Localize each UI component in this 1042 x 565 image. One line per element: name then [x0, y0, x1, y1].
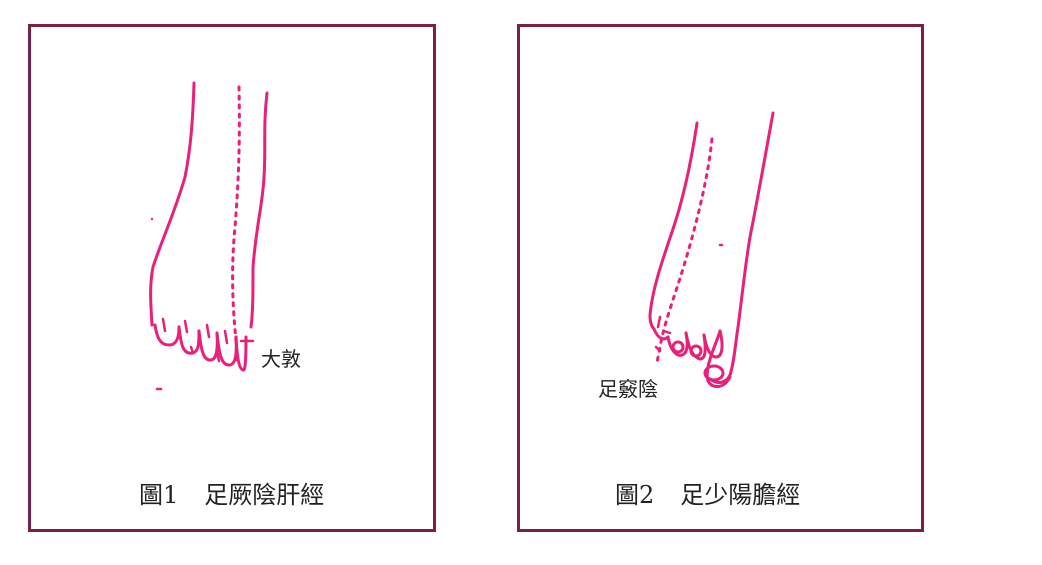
foot-illustration-1 [149, 81, 269, 391]
foot-illustration-2 [648, 111, 775, 388]
acupoint-label-1: 大敦 [261, 347, 301, 371]
figure-caption-1: 圖1 足厥陰肝經 [139, 475, 324, 510]
figure-panel-1: 大敦 圖1 足厥陰肝經 [28, 24, 436, 532]
figure-title-1: 足厥陰肝經 [204, 481, 325, 509]
figure-panel-2: 足竅陰 圖2 足少陽膽經 [517, 24, 924, 532]
acupoint-label-2: 足竅陰 [598, 377, 658, 401]
figure-caption-2: 圖2 足少陽膽經 [615, 475, 800, 510]
figure-title-2: 足少陽膽經 [680, 481, 801, 509]
figure-number-2: 圖2 [615, 481, 655, 509]
figure-number-1: 圖1 [139, 481, 179, 509]
